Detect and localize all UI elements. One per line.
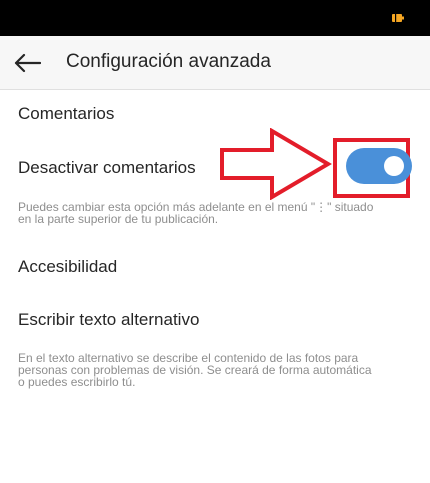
accessibility-caption-line: o puedes escribirlo tú. bbox=[18, 375, 136, 389]
status-bar bbox=[0, 0, 430, 36]
battery-icon bbox=[392, 14, 404, 22]
comments-caption-line: en la parte superior de tu publicación. bbox=[18, 212, 219, 226]
section-heading-accessibility: Accesibilidad bbox=[18, 257, 118, 276]
disable-comments-toggle[interactable] bbox=[346, 148, 412, 184]
app-bar: Configuración avanzada bbox=[0, 36, 430, 90]
back-button[interactable] bbox=[10, 46, 44, 80]
red-arrow-icon bbox=[220, 128, 332, 200]
section-heading-comments: Comentarios bbox=[18, 104, 115, 123]
arrow-left-icon bbox=[14, 53, 41, 73]
comments-caption: Puedes cambiar esta opción más adelante … bbox=[18, 201, 373, 225]
alt-text-label: Escribir texto alternativo bbox=[18, 310, 200, 329]
toggle-knob bbox=[384, 156, 404, 176]
accessibility-caption: En el texto alternativo se describe el c… bbox=[18, 352, 372, 388]
disable-comments-label: Desactivar comentarios bbox=[18, 158, 196, 177]
page-title: Configuración avanzada bbox=[66, 51, 271, 72]
